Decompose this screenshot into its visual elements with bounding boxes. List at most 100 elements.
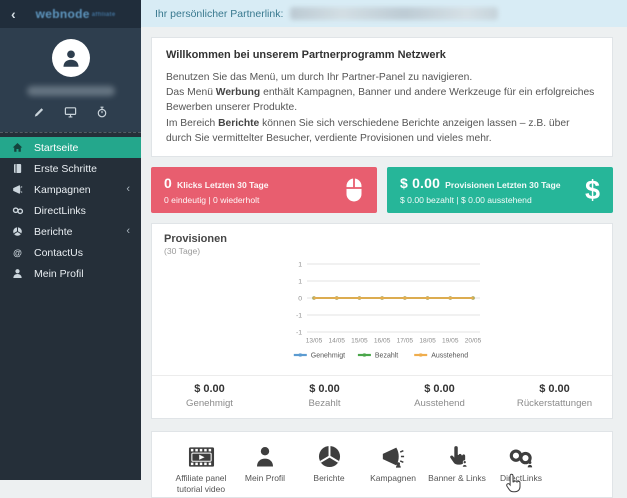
svg-text:14/05: 14/05 — [328, 338, 345, 345]
affiliate-dashboard: ‹ webnode affiliate Startseite Erste Sch… — [0, 0, 627, 498]
megaphone-icon — [361, 443, 425, 468]
commissions-label: Provisionen Letzten 30 Tage — [445, 180, 561, 191]
book-icon — [9, 163, 26, 174]
clicks-detail: 0 eindeutig | 0 wiederholt — [164, 195, 260, 206]
shortcut-mein-profil[interactable]: Mein Profil — [233, 443, 297, 497]
shortcut-label: Mein Profil — [244, 473, 286, 484]
dollar-icon: $ — [584, 174, 600, 205]
logo-bar: ‹ webnode affiliate — [0, 0, 141, 28]
chevron-left-icon: ‹ — [126, 183, 130, 195]
username-blurred — [26, 86, 115, 96]
links-icon — [9, 205, 26, 216]
svg-text:1: 1 — [298, 279, 302, 286]
summary-ausstehend: $ 0.00 Ausstehend — [414, 383, 465, 410]
svg-text:18/05: 18/05 — [419, 338, 436, 345]
clicks-label: Klicks Letzten 30 Tage — [177, 180, 269, 191]
film-icon — [169, 443, 233, 468]
svg-text:13/05: 13/05 — [306, 338, 323, 345]
shortcut-kampagnen[interactable]: Kampagnen — [361, 443, 425, 497]
chart-title: Provisionen — [164, 233, 227, 246]
user-icon — [62, 50, 79, 67]
svg-text:20/05: 20/05 — [465, 338, 482, 345]
svg-text:-1: -1 — [296, 330, 302, 337]
pie-icon — [297, 443, 361, 468]
megaphone-icon — [9, 184, 26, 195]
avatar — [51, 39, 90, 77]
commissions-detail: $ 0.00 bezahlt | $ 0.00 ausstehend — [400, 195, 532, 206]
svg-text:Ausstehend: Ausstehend — [431, 353, 468, 360]
sidebar-item-startseite[interactable]: Startseite — [0, 137, 141, 158]
brand-logo: webnode affiliate — [35, 7, 116, 21]
shortcut-banner-links[interactable]: Banner & Links — [425, 443, 489, 497]
hand-banner-icon — [425, 443, 489, 468]
svg-text:15/05: 15/05 — [351, 338, 368, 345]
shortcut-label: DirectLinks — [499, 473, 543, 484]
welcome-title: Willkommen bei unserem Partnerprogramm N… — [166, 49, 446, 61]
edit-icon[interactable] — [33, 106, 45, 118]
partner-link-blurred[interactable] — [290, 7, 499, 20]
sidebar-item-directlinks[interactable]: DirectLinks — [0, 200, 141, 221]
sidebar-item-label: Erste Schritte — [34, 162, 98, 175]
home-icon — [9, 142, 26, 153]
main-content: Willkommen bei unserem Partnerprogramm N… — [141, 27, 627, 498]
svg-text:Bezahlt: Bezahlt — [375, 353, 398, 360]
shortcut-label: Kampagnen — [370, 473, 416, 484]
commissions-value: $ 0.00 — [400, 175, 441, 192]
sidebar-item-label: Startseite — [34, 141, 79, 154]
shortcut-tutorial-video[interactable]: Affiliate panel tutorial video — [169, 443, 233, 497]
sidebar-item-berichte[interactable]: Berichte ‹ — [0, 221, 141, 242]
shortcut-label: Banner & Links — [428, 473, 486, 484]
welcome-panel: Willkommen bei unserem Partnerprogramm N… — [151, 37, 613, 158]
sidebar-item-label: DirectLinks — [34, 204, 86, 217]
profile-section — [0, 28, 141, 132]
partner-link-label: Ihr persönlicher Partnerlink: — [155, 7, 284, 20]
shortcut-berichte[interactable]: Berichte — [297, 443, 361, 497]
user-icon — [233, 443, 297, 468]
partner-link-bar: Ihr persönlicher Partnerlink: — [141, 0, 627, 27]
svg-text:19/05: 19/05 — [442, 338, 459, 345]
clicks-card: 0 Klicks Letzten 30 Tage 0 eindeutig | 0… — [151, 167, 377, 214]
chevron-left-icon: ‹ — [126, 225, 130, 237]
sidebar-item-label: Mein Profil — [34, 267, 84, 280]
stat-cards: 0 Klicks Letzten 30 Tage 0 eindeutig | 0… — [151, 167, 613, 214]
shortcut-label: Affiliate panel tutorial video — [175, 473, 227, 495]
pie-icon — [9, 226, 26, 237]
collapse-sidebar-icon[interactable]: ‹ — [11, 7, 16, 21]
sidebar-item-label: Berichte — [34, 225, 73, 238]
summary-rueckerstattungen: $ 0.00 Rückerstattungen — [516, 383, 593, 410]
sidebar-item-label: ContactUs — [34, 246, 84, 259]
commissions-card: $ 0.00 Provisionen Letzten 30 Tage $ 0.0… — [387, 167, 613, 214]
mouse-icon — [344, 177, 364, 203]
summary-bezahlt: $ 0.00 Bezahlt — [308, 383, 341, 410]
sidebar-menu: Startseite Erste Schritte Kampagnen ‹ Di… — [0, 132, 141, 284]
sidebar-item-kampagnen[interactable]: Kampagnen ‹ — [0, 179, 141, 200]
sidebar-item-mein-profil[interactable]: Mein Profil — [0, 263, 141, 284]
user-icon — [9, 268, 26, 279]
at-icon: @ — [13, 247, 22, 258]
svg-text:Genehmigt: Genehmigt — [311, 353, 345, 360]
shortcut-directlinks[interactable]: DirectLinks — [489, 443, 553, 497]
svg-text:17/05: 17/05 — [397, 338, 414, 345]
commissions-chart-panel: Provisionen (30 Tage) 1 1 0 -1 -1 13/05 14/05 1… — [151, 223, 613, 420]
welcome-text: Benutzen Sie das Menü, um durch Ihr Part… — [166, 72, 595, 144]
monitor-icon[interactable] — [64, 106, 77, 118]
summary-row: $ 0.00 Genehmigt $ 0.00 Bezahlt $ 0.00 A… — [152, 375, 612, 418]
summary-genehmigt: $ 0.00 Genehmigt — [186, 383, 233, 410]
chart-subtitle: (30 Tage) — [164, 246, 201, 257]
shortcut-label: Berichte — [313, 473, 345, 484]
sidebar: ‹ webnode affiliate Startseite Erste Sch… — [0, 0, 141, 480]
shortcuts-panel: Affiliate panel tutorial video Mein Prof… — [151, 431, 613, 498]
svg-text:0: 0 — [298, 296, 302, 303]
brand-badge: affiliate — [91, 11, 116, 18]
sidebar-item-contactus[interactable]: @ ContactUs — [0, 242, 141, 263]
svg-text:1: 1 — [298, 262, 302, 269]
svg-text:-1: -1 — [296, 313, 302, 320]
svg-text:16/05: 16/05 — [374, 338, 391, 345]
stopwatch-icon[interactable] — [96, 106, 108, 118]
commissions-line-chart: 1 1 0 -1 -1 13/05 14/05 15/05 16/05 17/05 18/05 19/… — [152, 257, 612, 364]
links-icon — [489, 443, 553, 468]
profile-actions — [0, 106, 141, 118]
sidebar-item-label: Kampagnen — [34, 183, 91, 196]
clicks-value: 0 — [164, 175, 172, 192]
sidebar-item-erste-schritte[interactable]: Erste Schritte — [0, 158, 141, 179]
